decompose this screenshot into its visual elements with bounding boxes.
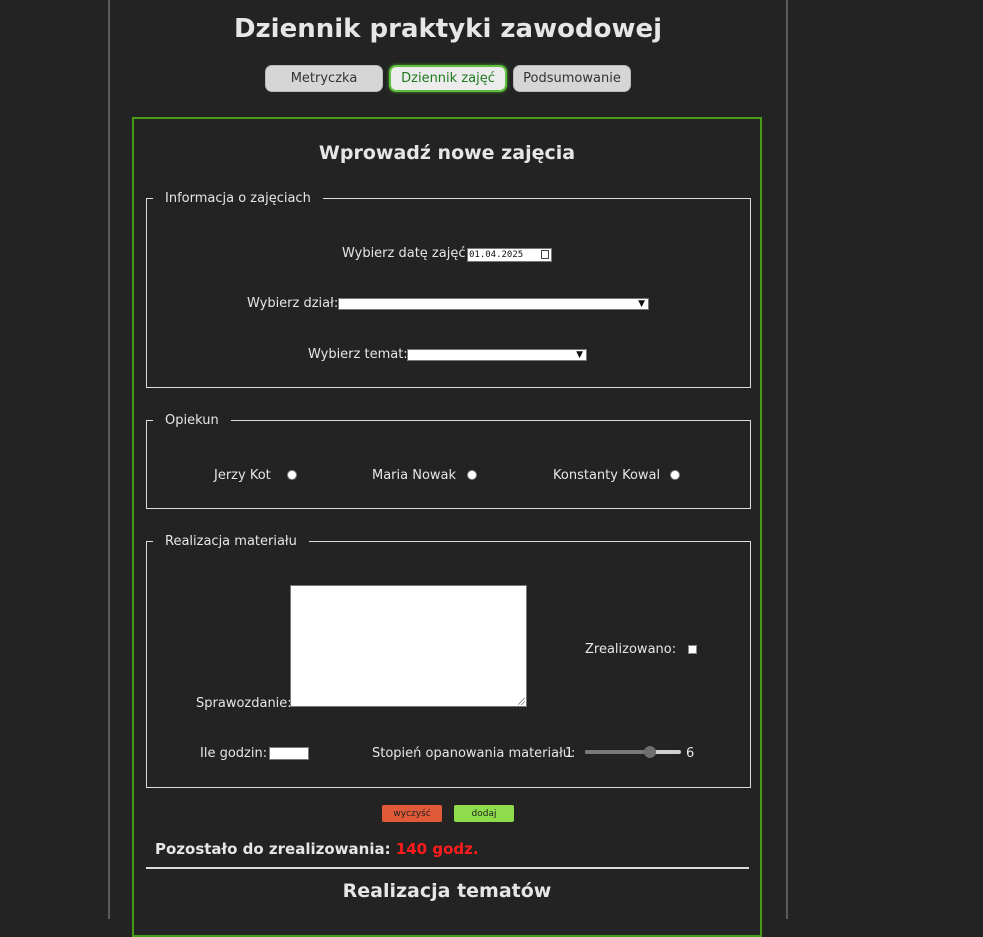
topics-title: Realizacja tematów xyxy=(342,880,552,902)
remaining-hours: Pozostało do zrealizowania: 140 godz. xyxy=(155,840,479,858)
mastery-min: 1 xyxy=(565,746,574,761)
topic-select[interactable]: ▼ xyxy=(407,349,587,361)
hours-input[interactable] xyxy=(269,747,309,760)
supervisor-radio-jerzy-kot[interactable] xyxy=(287,470,297,480)
supervisor-radio-maria-nowak[interactable] xyxy=(467,470,477,480)
form-title: Wprowadź nowe zajęcia xyxy=(318,142,576,164)
divider xyxy=(146,867,749,869)
resize-grip-icon[interactable] xyxy=(518,698,525,705)
done-label: Zrealizowano: xyxy=(585,642,677,657)
supervisor-radio-konstanty-kowal[interactable] xyxy=(670,470,680,480)
done-checkbox[interactable] xyxy=(688,645,697,654)
slider-thumb[interactable] xyxy=(643,746,656,758)
hours-label: Ile godzin: xyxy=(200,746,268,761)
supervisor-fieldset: Opiekun xyxy=(146,413,751,509)
report-textarea[interactable] xyxy=(290,585,527,707)
mastery-label: Stopień opanowania materiału: xyxy=(372,746,576,761)
tab-podsumowanie[interactable]: Podsumowanie xyxy=(513,65,631,92)
dept-select[interactable]: ▼ xyxy=(338,298,649,310)
report-label: Sprawozdanie: xyxy=(196,696,292,711)
calendar-icon[interactable] xyxy=(541,250,549,259)
date-input[interactable]: 01.04.2025 xyxy=(467,248,552,262)
chevron-down-icon: ▼ xyxy=(638,299,645,309)
topic-label: Wybierz temat: xyxy=(308,347,408,362)
remaining-label: Pozostało do zrealizowania: xyxy=(155,840,391,858)
remaining-value: 140 godz. xyxy=(395,840,479,858)
info-legend: Informacja o zajęciach xyxy=(165,191,311,206)
chevron-down-icon: ▼ xyxy=(576,350,583,360)
page-container: Dziennik praktyki zawodowej Metryczka Dz… xyxy=(108,0,788,937)
supervisor-option-label: Maria Nowak xyxy=(372,468,457,483)
slider-fill xyxy=(585,750,650,754)
supervisor-option-label: Konstanty Kowal xyxy=(553,468,661,483)
page-title: Dziennik praktyki zawodowej xyxy=(233,14,663,44)
mastery-slider[interactable] xyxy=(585,746,681,758)
mastery-max: 6 xyxy=(686,746,695,761)
tab-bar: Metryczka Dziennik zajęć Podsumowanie xyxy=(110,65,786,92)
tab-metryczka[interactable]: Metryczka xyxy=(265,65,383,92)
clear-button[interactable]: wyczyść xyxy=(382,805,442,822)
tab-dziennik-zajec[interactable]: Dziennik zajęć xyxy=(389,65,507,92)
dept-label: Wybierz dział: xyxy=(247,296,339,311)
material-legend: Realizacja materiału xyxy=(165,534,297,549)
supervisor-option-label: Jerzy Kot xyxy=(214,468,271,483)
date-label: Wybierz datę zajęć: xyxy=(342,246,470,261)
add-button[interactable]: dodaj xyxy=(454,805,514,822)
supervisor-legend: Opiekun xyxy=(165,413,219,428)
form-panel: Wprowadź nowe zajęcia Informacja o zajęc… xyxy=(132,117,762,937)
date-value: 01.04.2025 xyxy=(469,250,524,260)
